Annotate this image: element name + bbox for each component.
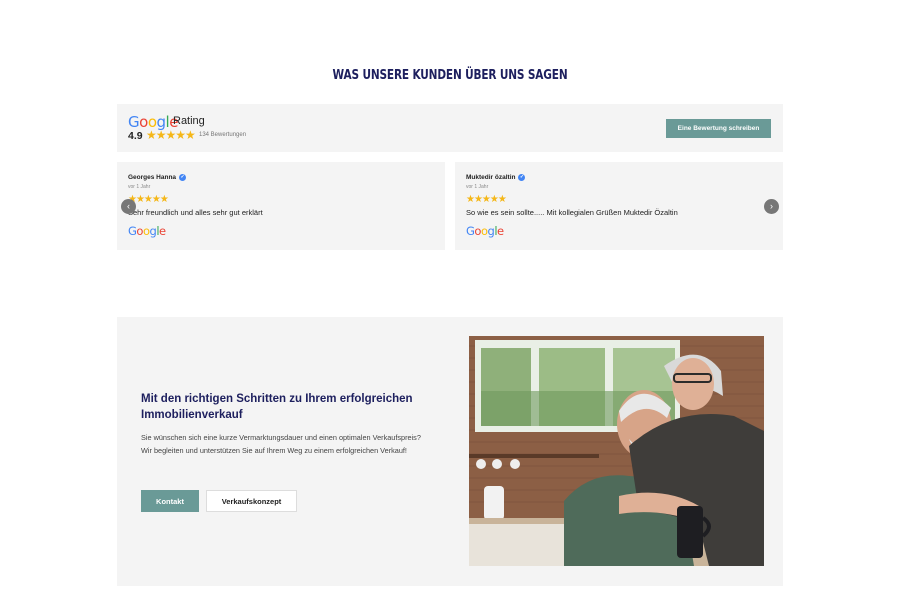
rating-count: 134 Bewertungen	[199, 132, 247, 138]
promo-section: Mit den richtigen Schritten zu Ihrem erf…	[117, 317, 783, 586]
reviewer-name: Muktedir özaltin	[466, 174, 516, 182]
chevron-left-icon[interactable]: ‹	[121, 199, 136, 214]
write-review-button[interactable]: Eine Bewertung schreiben	[666, 119, 771, 138]
review-text: Sehr freundlich und alles sehr gut erklä…	[128, 208, 263, 217]
rating-score: 4.9	[128, 130, 143, 142]
section-title: WAS UNSERE KUNDEN ÜBER UNS SAGEN	[332, 67, 568, 83]
google-logo: Google	[128, 224, 166, 238]
review-stars: ★★★★★	[466, 194, 507, 205]
reviewer-name: Georges Hanna	[128, 174, 177, 182]
review-time: vor 1 Jahr	[466, 184, 489, 190]
review-time: vor 1 Jahr	[128, 184, 151, 190]
promo-text: Sie wünschen sich eine kurze Vermarktung…	[141, 433, 421, 455]
rating-label: Rating	[173, 115, 205, 127]
google-rating-bar: Google Rating 4.9 ★★★★★ 134 Bewertungen …	[117, 104, 783, 152]
verified-check-icon: ✓	[518, 174, 526, 181]
chevron-right-icon[interactable]: ›	[764, 199, 779, 214]
review-card: Muktedir özaltin ✓ vor 1 Jahr ★★★★★ So wi…	[455, 162, 783, 250]
verified-check-icon: ✓	[179, 174, 187, 181]
promo-heading: Mit den richtigen Schritten zu Ihrem erf…	[141, 393, 413, 421]
couple-photo	[469, 336, 764, 566]
review-text: So wie es sein sollte..... Mit kollegial…	[466, 208, 678, 217]
rating-stars: ★★★★★	[146, 128, 196, 142]
google-logo: Google	[466, 224, 504, 238]
contact-button[interactable]: Kontakt	[141, 490, 199, 512]
sales-concept-button[interactable]: Verkaufskonzept	[206, 490, 297, 512]
review-card: Georges Hanna ✓ vor 1 Jahr ★★★★★ Sehr fre…	[117, 162, 445, 250]
